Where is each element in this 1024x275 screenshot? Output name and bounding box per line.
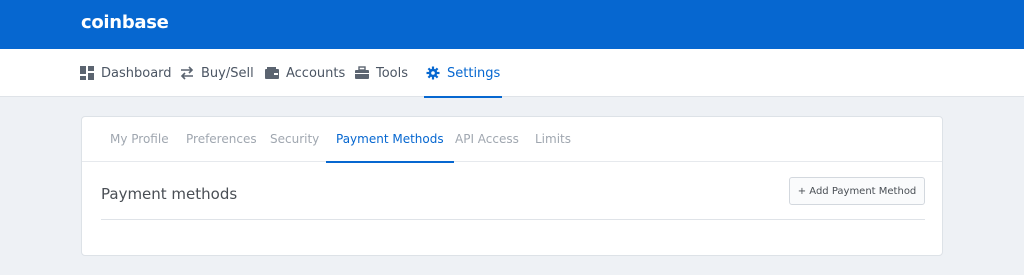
nav-item-buy-sell[interactable]: Buy/Sell (180, 49, 254, 97)
tab-payment-methods[interactable]: Payment Methods (326, 117, 454, 163)
nav-item-accounts[interactable]: Accounts (265, 49, 345, 97)
nav-item-dashboard[interactable]: Dashboard (80, 49, 172, 97)
tab-preferences[interactable]: Preferences (186, 117, 257, 162)
nav-label-accounts: Accounts (286, 65, 346, 81)
page-title: Payment methods (101, 185, 238, 203)
toolbox-icon (355, 66, 369, 79)
settings-card: My Profile Preferences Security Payment … (81, 116, 943, 256)
main-nav: Dashboard Buy/Sell Accounts Tools Settin… (0, 49, 1024, 98)
nav-item-settings[interactable]: Settings (423, 49, 503, 98)
nav-label-dashboard: Dashboard (101, 65, 172, 81)
add-payment-method-button[interactable]: + Add Payment Method (789, 177, 925, 205)
nav-label-tools: Tools (376, 65, 409, 81)
nav-label-buy-sell: Buy/Sell (201, 65, 254, 81)
settings-tabs: My Profile Preferences Security Payment … (82, 117, 942, 163)
exchange-arrows-icon (180, 66, 194, 80)
nav-item-tools[interactable]: Tools (355, 49, 408, 97)
tab-security[interactable]: Security (270, 117, 319, 162)
nav-label-settings: Settings (447, 65, 501, 81)
gear-icon (426, 66, 440, 80)
divider (101, 219, 925, 220)
top-header-bar: coinbase (0, 0, 1024, 49)
wallet-icon (265, 67, 279, 79)
tab-limits[interactable]: Limits (535, 117, 571, 162)
coinbase-logo[interactable]: coinbase (81, 12, 169, 33)
tab-api-access[interactable]: API Access (455, 117, 519, 162)
tab-my-profile[interactable]: My Profile (110, 117, 169, 162)
dashboard-icon (80, 66, 94, 80)
